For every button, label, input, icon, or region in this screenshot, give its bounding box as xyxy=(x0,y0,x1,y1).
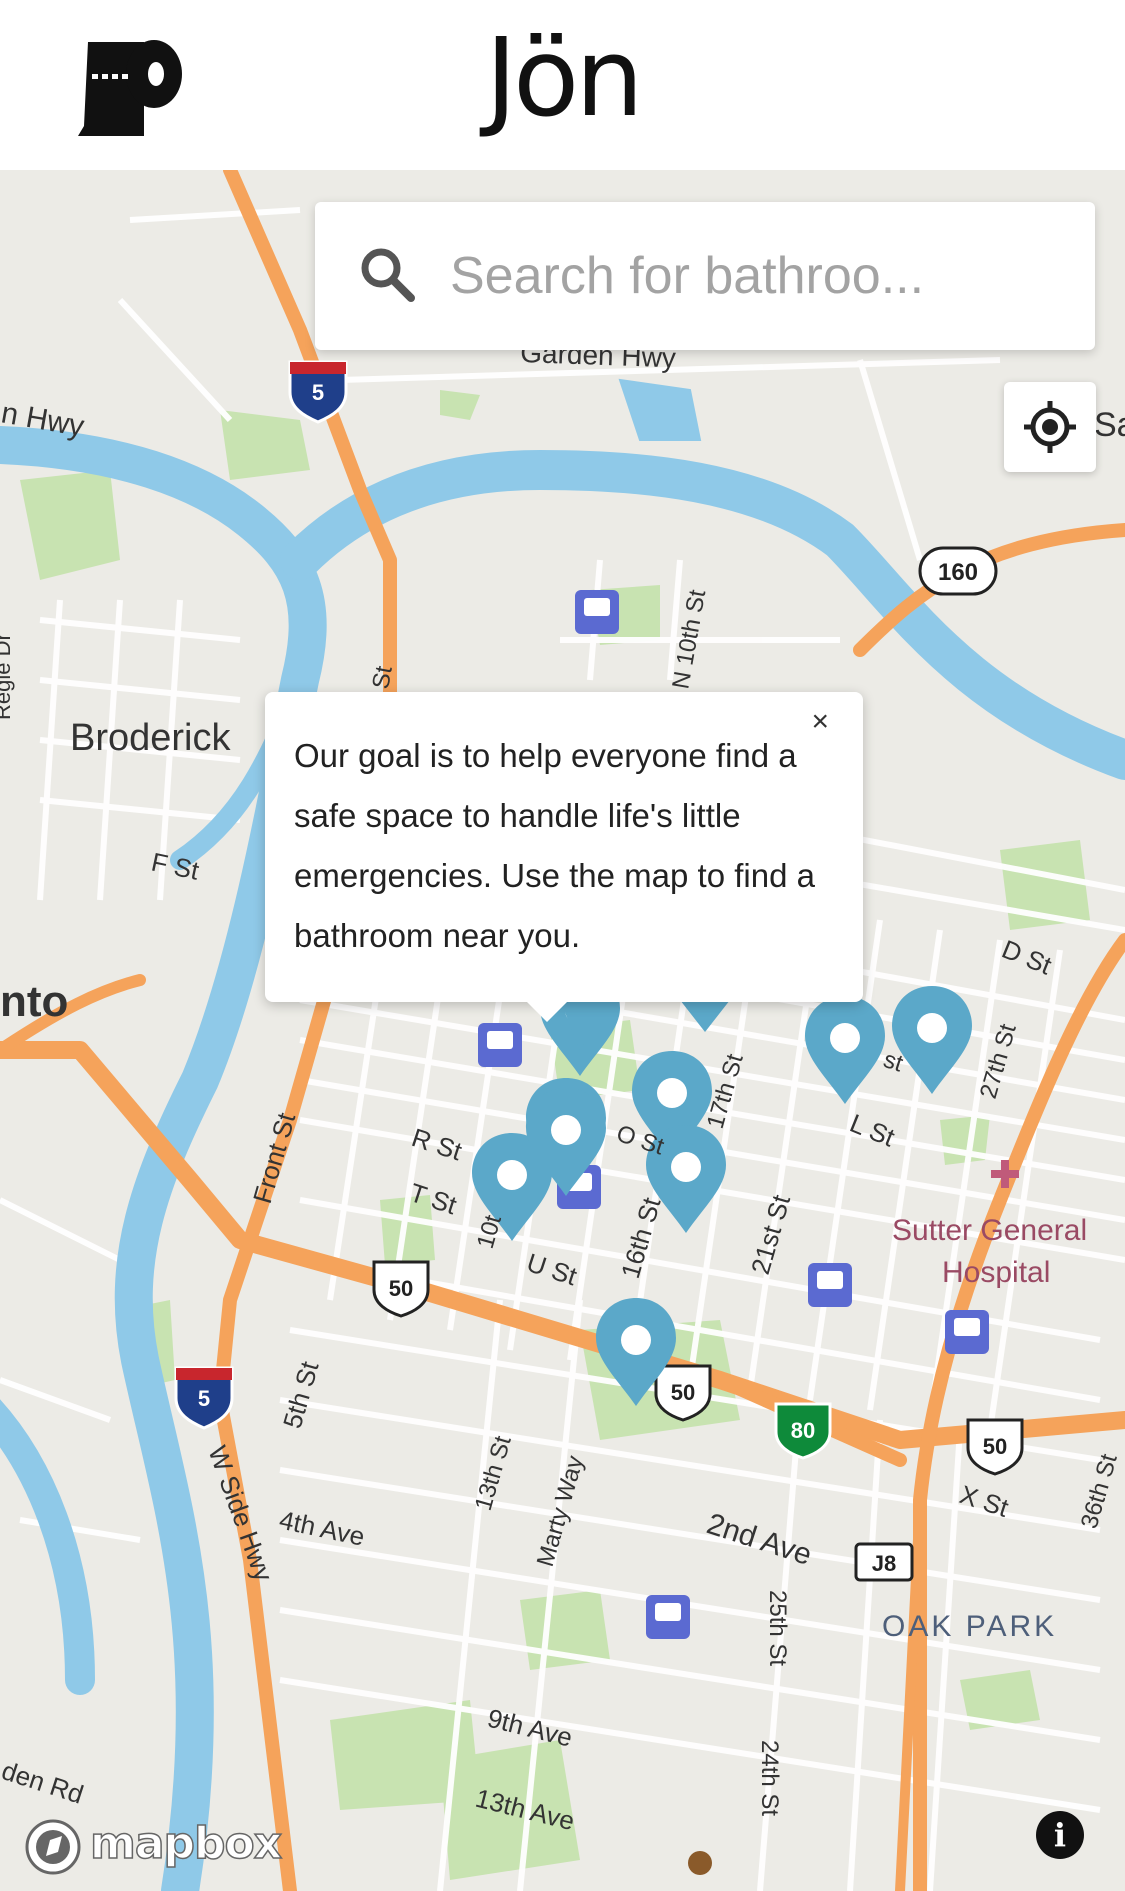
shield-i5-top: 5 xyxy=(312,380,324,405)
shield-j8: J8 xyxy=(872,1551,896,1576)
label-13th-st: 13th St xyxy=(470,1433,517,1514)
label-l-st: L St xyxy=(846,1108,900,1153)
label-25th-st: 25th St xyxy=(764,1590,791,1666)
label-21st-st: 21st St xyxy=(745,1191,796,1278)
shield-i5-bottom: 5 xyxy=(198,1386,210,1411)
label-oak-park: OAK PARK xyxy=(882,1610,1057,1643)
popup-text: Our goal is to help everyone find a safe… xyxy=(294,737,815,954)
crosshair-icon xyxy=(1024,401,1076,453)
label-w-side-hwy: W Side Hwy xyxy=(202,1442,279,1585)
label-regle-dr: Regle Dr xyxy=(0,633,15,720)
search-bar[interactable] xyxy=(315,202,1095,350)
locate-button[interactable] xyxy=(1004,382,1096,472)
label-36th-st: 36th St xyxy=(1076,1451,1123,1532)
search-icon xyxy=(361,248,415,302)
map-view[interactable]: Garden Hwy n Hwy Sa Broderick F St nto N… xyxy=(0,170,1125,1891)
info-label: i xyxy=(1053,1816,1067,1854)
label-hospital: Hospital xyxy=(942,1256,1050,1289)
label-16th-st: 16th St xyxy=(615,1193,667,1281)
shield-80: 80 xyxy=(791,1418,815,1443)
app-header: Jön xyxy=(0,0,1125,170)
mapbox-wordmark: mapbox xyxy=(89,1817,283,1870)
label-sutter: Sutter General xyxy=(892,1214,1087,1247)
label-front-st: Front St xyxy=(247,1109,302,1207)
search-input[interactable] xyxy=(450,230,1060,322)
label-2nd-ave: 2nd Ave xyxy=(703,1507,816,1572)
label-u-st: U St xyxy=(523,1247,581,1291)
shield-50-a: 50 xyxy=(389,1276,413,1301)
map-base: Garden Hwy n Hwy Sa Broderick F St nto N… xyxy=(0,170,1125,1891)
label-broderick: Broderick xyxy=(70,717,231,759)
intro-popup: × Our goal is to help everyone find a sa… xyxy=(265,692,863,1022)
shield-50-b: 50 xyxy=(671,1380,695,1405)
label-d-st: D St xyxy=(998,934,1057,981)
label-x-st: X St xyxy=(956,1479,1013,1523)
label-st-b: st xyxy=(880,1046,906,1078)
label-den-rd: den Rd xyxy=(0,1755,87,1809)
label-nto: nto xyxy=(0,977,68,1026)
app-title: Jön xyxy=(485,16,643,141)
shield-50-c: 50 xyxy=(983,1434,1007,1459)
label-5th-st: 5th St xyxy=(277,1357,325,1431)
label-sa: Sa xyxy=(1094,406,1125,444)
shield-160: 160 xyxy=(938,559,978,586)
mapbox-icon xyxy=(25,1819,81,1875)
label-24th-st: 24th St xyxy=(756,1740,783,1816)
map-pin[interactable] xyxy=(892,986,972,1094)
info-icon[interactable]: i xyxy=(1036,1811,1084,1859)
